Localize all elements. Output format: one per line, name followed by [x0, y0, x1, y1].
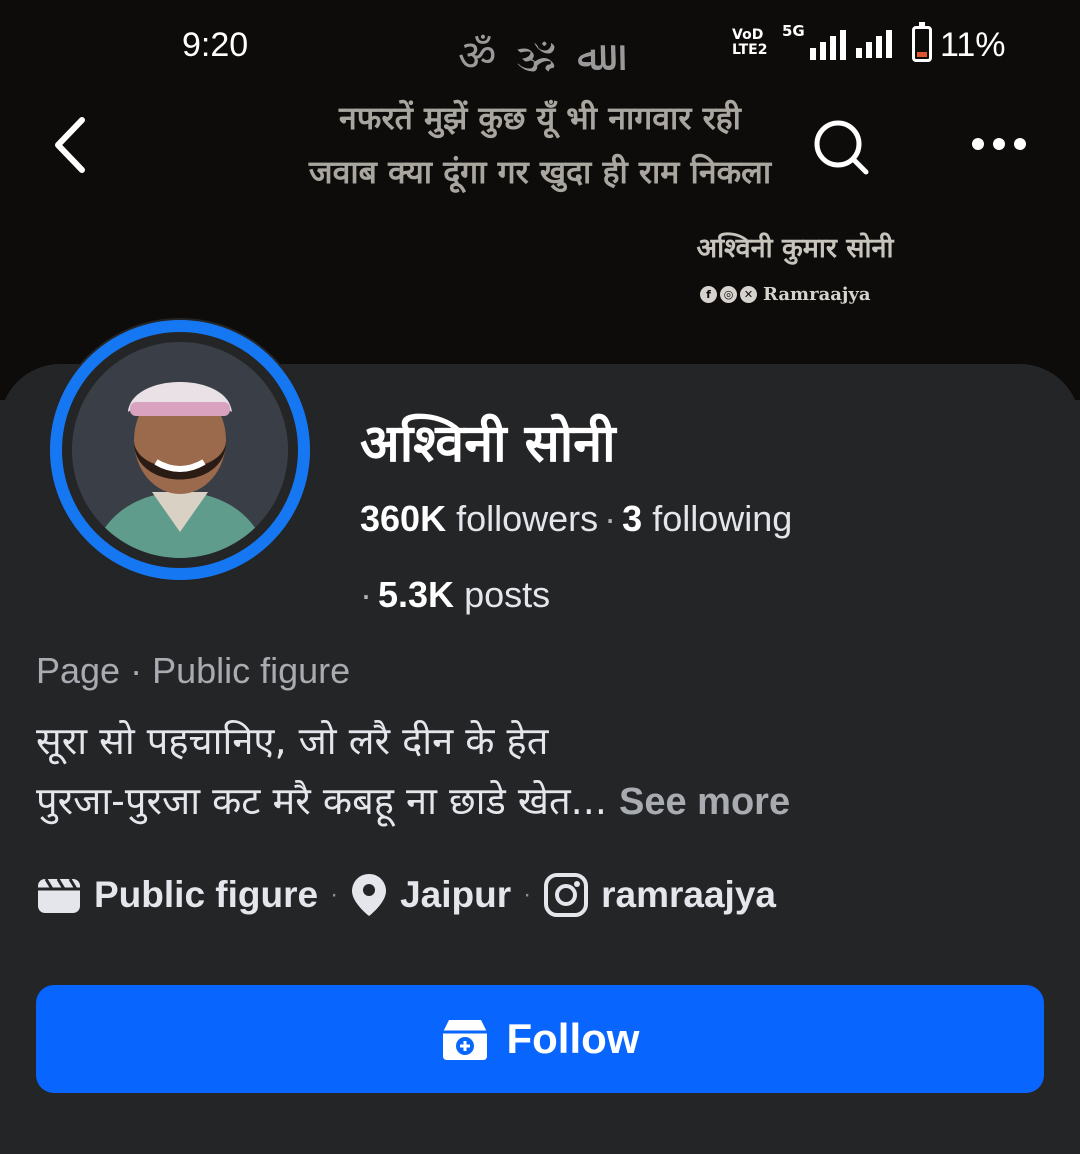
profile-name: अश्विनी सोनी [360, 414, 616, 474]
following-count[interactable]: 3 [622, 498, 642, 539]
volte-bottom-text: LTE2 [732, 42, 768, 58]
detail-separator: · [523, 881, 532, 908]
search-button[interactable] [808, 114, 874, 180]
followers-label[interactable]: followers [456, 498, 598, 539]
video-clapper-icon [36, 875, 82, 915]
bio-line-1: सूरा सो पहचानिए, जो लरै दीन के हेत [36, 719, 549, 763]
page-category: Page · Public figure [36, 650, 351, 691]
person-photo-icon [72, 342, 288, 558]
cover-handle-text: Ramraajya [763, 284, 871, 305]
signal-5g-icon: 5G [780, 22, 846, 64]
profile-details-row: Public figure · Jaipur · ramraajya [36, 872, 776, 918]
signal-bars-2-icon [856, 30, 892, 58]
back-button[interactable] [48, 112, 98, 178]
bio-line-2-text: पुरजा-पुरजा कट मरै कबहू ना छाडे खेत... [36, 779, 607, 823]
avatar[interactable] [50, 320, 310, 580]
cover-quote-line-1: नफरतें मुझें कुछ यूँ भी नागवार रही [339, 99, 741, 137]
location-pin-icon [350, 872, 388, 918]
instagram-icon: ◎ [720, 286, 737, 303]
posts-label: posts [464, 574, 551, 615]
stats-separator: · [360, 574, 372, 615]
detail-location[interactable]: Jaipur [400, 874, 511, 916]
volte-indicator: VoD LTE2 [732, 27, 768, 62]
follow-button[interactable]: Follow [36, 985, 1044, 1093]
bio-line-2: पुरजा-पुरजा कट मरै कबहू ना छाडे खेत... S… [36, 774, 1036, 826]
more-options-button[interactable] [966, 126, 1032, 162]
cover-quote-line-2: जवाब क्या दूंगा गर खुदा ही राम निकला [308, 153, 772, 191]
cover-credit: अश्विनी कुमार सोनी [696, 233, 894, 264]
profile-stats-row-1: 360K followers · 3 following [360, 498, 792, 540]
signal-bars-1 [810, 30, 846, 60]
detail-separator: · [330, 881, 339, 908]
see-more-link[interactable]: See more [619, 781, 790, 823]
stats-separator: · [604, 498, 617, 539]
chevron-left-icon [55, 117, 85, 173]
follow-page-icon [442, 1020, 487, 1060]
facebook-icon: f [700, 286, 717, 303]
following-label[interactable]: following [652, 498, 792, 539]
net-5g-label: 5G [782, 22, 805, 40]
battery-icon [912, 22, 932, 62]
status-bar: 9:20 VoD LTE2 5G 11% [0, 0, 1080, 90]
avatar-photo [72, 342, 288, 558]
follow-button-label: Follow [506, 1015, 640, 1062]
battery-percent: 11% [940, 26, 1006, 64]
x-icon: ✕ [740, 286, 757, 303]
followers-count[interactable]: 360K [360, 498, 446, 539]
more-horizontal-icon [972, 138, 1026, 150]
instagram-icon [543, 872, 589, 918]
cover-social-handle: f ◎ ✕ Ramraajya [700, 284, 871, 305]
detail-instagram-handle[interactable]: ramraajya [601, 874, 776, 916]
profile-stats-row-2: · 5.3K posts [360, 574, 550, 616]
posts-count: 5.3K [378, 574, 455, 615]
search-icon [814, 120, 869, 175]
volte-top-text: VoD [732, 27, 764, 43]
detail-category: Public figure [94, 874, 319, 915]
status-time: 9:20 [182, 26, 249, 64]
